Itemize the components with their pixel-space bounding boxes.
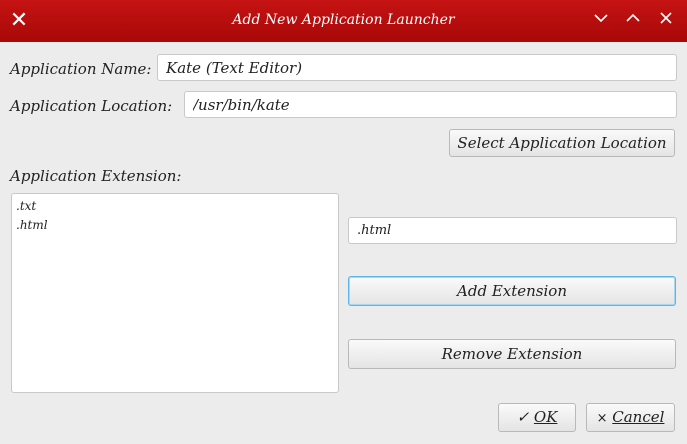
maximize-icon[interactable]: [622, 10, 644, 32]
select-location-button[interactable]: Select Application Location: [449, 129, 675, 157]
window-title: Add New Application Launcher: [232, 12, 455, 28]
remove-extension-button[interactable]: Remove Extension: [348, 339, 676, 369]
extension-input[interactable]: [348, 217, 677, 244]
extension-label: Application Extension:: [10, 167, 182, 185]
app-location-label: Application Location:: [10, 97, 173, 115]
list-item[interactable]: .html: [16, 216, 334, 235]
app-name-label: Application Name:: [10, 60, 152, 78]
app-name-input[interactable]: [157, 54, 677, 81]
title-bar[interactable]: ✕ Add New Application Launcher: [0, 0, 687, 42]
add-extension-button[interactable]: Add Extension: [348, 276, 676, 306]
app-location-input[interactable]: [184, 91, 677, 118]
ok-button[interactable]: ✓ OK: [498, 403, 576, 432]
cancel-x-icon: ×: [596, 411, 608, 426]
ok-label: OK: [533, 408, 558, 426]
cancel-label: Cancel: [612, 408, 665, 426]
checkmark-icon: ✓: [516, 408, 530, 426]
extension-list[interactable]: .txt .html: [11, 193, 339, 393]
cancel-button[interactable]: × Cancel: [586, 403, 675, 432]
close-icon[interactable]: [655, 10, 677, 32]
minimize-icon[interactable]: [590, 10, 612, 32]
list-item[interactable]: .txt: [16, 197, 334, 216]
